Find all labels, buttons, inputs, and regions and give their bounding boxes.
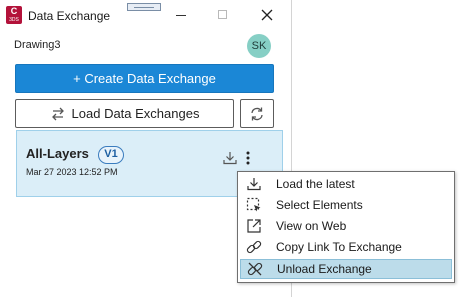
card-download-button[interactable] — [222, 150, 238, 166]
refresh-button[interactable] — [240, 99, 274, 128]
menu-item-label: Select Elements — [276, 198, 363, 212]
menu-item-label: Unload Exchange — [277, 262, 372, 276]
drawing-name: Drawing3 — [14, 39, 61, 51]
close-icon — [261, 9, 273, 21]
exchange-date: Mar 27 2023 12:52 PM — [26, 167, 118, 177]
version-badge: V1 — [98, 146, 124, 164]
download-icon — [247, 178, 261, 191]
select-elements-icon — [246, 197, 261, 212]
external-link-icon — [247, 219, 261, 233]
drag-handle[interactable] — [127, 3, 161, 11]
more-vertical-icon — [246, 151, 250, 165]
context-menu: Load the latest Select Elements View on … — [237, 171, 455, 283]
menu-item-label: View on Web — [276, 219, 347, 233]
menu-item-select-elements[interactable]: Select Elements — [240, 195, 452, 215]
menu-item-label: Copy Link To Exchange — [276, 240, 402, 254]
load-data-exchanges-label: Load Data Exchanges — [71, 106, 200, 121]
refresh-icon — [251, 107, 263, 120]
unlink-icon — [247, 262, 263, 276]
load-data-exchanges-button[interactable]: Load Data Exchanges — [15, 99, 234, 128]
menu-item-view-on-web[interactable]: View on Web — [240, 216, 452, 236]
swap-arrows-icon — [51, 107, 64, 120]
exchange-name: All-Layers — [26, 146, 89, 161]
create-data-exchange-button[interactable]: + Create Data Exchange — [15, 64, 274, 93]
menu-item-load-latest[interactable]: Load the latest — [240, 174, 452, 194]
menu-item-copy-link[interactable]: Copy Link To Exchange — [240, 237, 452, 257]
create-data-exchange-label: + Create Data Exchange — [73, 71, 216, 86]
app-icon: C 3DS — [6, 6, 22, 24]
title-bar[interactable]: C 3DS Data Exchange — [0, 0, 292, 32]
avatar[interactable]: SK — [247, 34, 271, 58]
window-title: Data Exchange — [28, 9, 111, 23]
more-options-button[interactable] — [243, 149, 253, 167]
menu-item-label: Load the latest — [276, 177, 355, 191]
close-button[interactable] — [258, 6, 276, 24]
link-icon — [246, 240, 262, 254]
download-icon — [223, 152, 237, 165]
menu-item-unload-exchange[interactable]: Unload Exchange — [240, 259, 452, 279]
minimize-button[interactable] — [172, 6, 190, 24]
maximize-button[interactable] — [214, 6, 232, 24]
